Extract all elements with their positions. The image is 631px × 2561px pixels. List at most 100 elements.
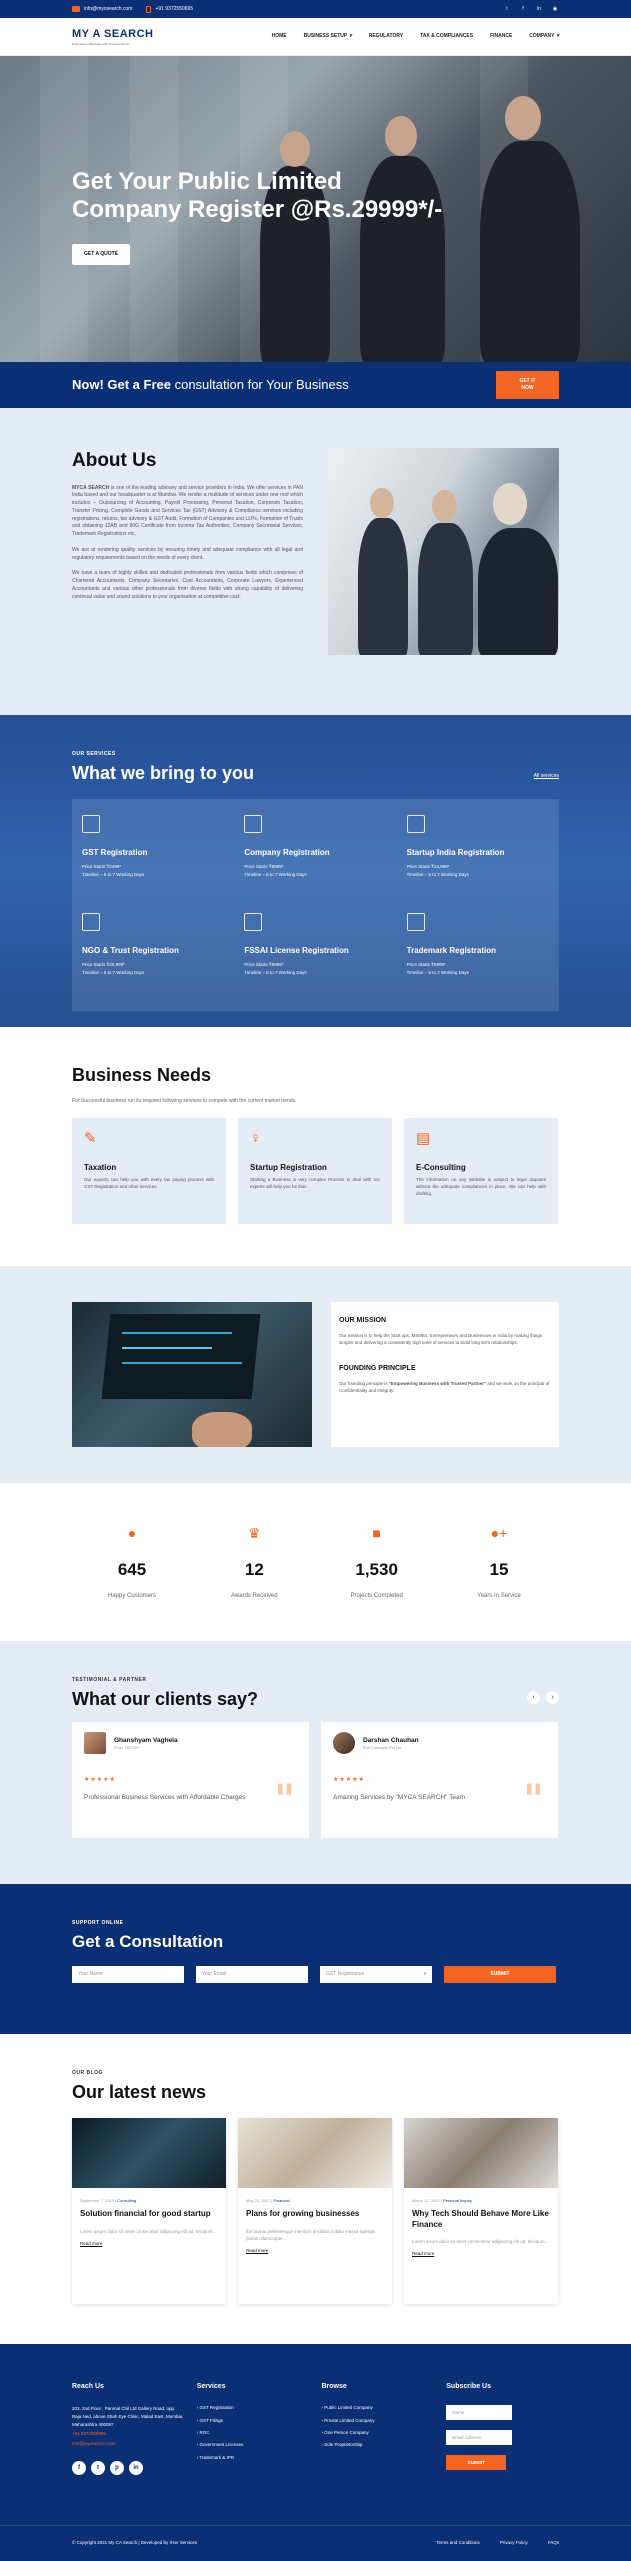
blog-card[interactable]: March 12, 2017 | Personal Inquiry Why Te… (404, 2117, 558, 2304)
faq-link[interactable]: FAQs (548, 2540, 559, 2546)
meeting-person (418, 523, 473, 655)
stat-label: Happy Customers (107, 1592, 157, 1599)
service-title: GST Registration (82, 848, 148, 858)
site-logo[interactable]: MY A SEARCH Empowering Business with Tru… (72, 27, 154, 47)
pinterest-icon[interactable]: p (110, 2460, 124, 2475)
need-card[interactable]: ✎ Taxation Our experts can help you with… (72, 1118, 226, 1225)
rss-icon[interactable]: ◉ (551, 5, 559, 13)
service-card[interactable]: Company Registration Price Starts ₹6999*… (234, 807, 396, 905)
service-card[interactable]: GST Registration Price Starts ₹2499* Time… (72, 807, 234, 905)
principle-text: Our founding principle is "Empowering Bu… (339, 1381, 550, 1394)
business-needs-section: Business Needs For Successful business r… (0, 1027, 631, 1267)
stat-item: ●+ 15 Years In Service (439, 1524, 559, 1600)
facebook-icon[interactable]: f (519, 5, 527, 13)
footer-link[interactable]: GST Filings (197, 2418, 310, 2424)
terms-link[interactable]: Terms and Conditions (436, 2540, 480, 2546)
footer-link[interactable]: Public Limited Company (322, 2405, 435, 2411)
blog-card[interactable]: September 7, 2017 | Consulting Solution … (72, 2117, 226, 2304)
subscribe-submit-button[interactable]: SUBMIT (446, 2455, 507, 2471)
footer-link[interactable]: ROC (197, 2430, 310, 2436)
linkedin-icon[interactable]: in (535, 5, 543, 13)
license-icon (244, 913, 263, 932)
stat-label: Projects Completed (350, 1592, 403, 1599)
top-bar: info@myosearch.com +91 9372550695 t f in… (0, 0, 631, 18)
blog-post-title[interactable]: Plans for growing businesses (246, 2209, 384, 2219)
service-card[interactable]: NGO & Trust Registration Price Starts ₹2… (72, 905, 234, 1003)
read-more-link[interactable]: Read more (412, 2251, 550, 2257)
client-role: From TBCEIP (114, 1745, 139, 1751)
service-select[interactable]: GST Registration ▾ (320, 1966, 432, 1984)
nav-item-company[interactable]: COMPANY ▾ (529, 33, 559, 40)
user-icon: ● (127, 1525, 137, 1542)
twitter-icon[interactable]: t (91, 2460, 105, 2475)
facebook-icon[interactable]: f (72, 2460, 86, 2475)
get-it-now-button[interactable]: GET IT NOW (496, 371, 559, 399)
footer-link[interactable]: GST Registration (197, 2405, 310, 2411)
read-more-link[interactable]: Read more (246, 2248, 384, 2254)
service-card[interactable]: FSSAI License Registration Price Starts … (234, 905, 396, 1003)
blog-image (404, 2117, 558, 2188)
meeting-person-head (370, 488, 394, 518)
read-more-link[interactable]: Read more (80, 2241, 218, 2247)
need-card[interactable]: ♀ Startup Registration Starting a Busine… (238, 1118, 392, 1225)
prev-arrow-icon[interactable]: ‹ (527, 1691, 540, 1705)
service-title: FSSAI License Registration (244, 946, 349, 956)
blog-meta: September 7, 2017 | Consulting (80, 2197, 137, 2203)
footer-link[interactable]: Sole Proprietorship (322, 2442, 435, 2448)
blog-eyebrow: OUR BLOG (72, 2070, 103, 2077)
copyright: © Copyright 2021 My CA Search | Develope… (72, 2540, 198, 2546)
footer-subscribe: Subscribe Us Name Email Address SUBMIT (446, 2382, 559, 2475)
strip-text: Now! Get a Free consultation for Your Bu… (72, 376, 349, 392)
next-arrow-icon[interactable]: › (546, 1691, 559, 1705)
hero-title: Get Your Public Limited Company Register … (72, 168, 443, 223)
document-icon (244, 815, 263, 834)
stat-value: 645 (117, 1560, 147, 1580)
footer-link[interactable]: Private Limited Company (322, 2418, 435, 2424)
linkedin-icon[interactable]: in (129, 2460, 143, 2475)
nav-item-tax-compliances[interactable]: TAX & COMPLIANCES (420, 33, 473, 40)
nav-item-regulatory[interactable]: REGULATORY (369, 33, 403, 40)
privacy-link[interactable]: Privacy Policy (500, 2540, 528, 2546)
client-name: Ghanshyam Vaghela (114, 1737, 178, 1745)
twitter-icon[interactable]: t (503, 5, 511, 13)
blog-post-title[interactable]: Solution financial for good startup (80, 2209, 218, 2219)
testimonial-quote: Amazing Services by "MYCA SEARCH" Team (333, 1793, 466, 1801)
needs-subtitle: For Successful business run its required… (72, 1098, 297, 1105)
client-name: Darshan Chauhan (363, 1737, 419, 1745)
blog-card[interactable]: May 22, 2017 | Financial Plans for growi… (238, 2117, 392, 2304)
email-contact[interactable]: info@myosearch.com (72, 6, 132, 13)
nav-item-home[interactable]: HOME (272, 33, 287, 40)
screen-chart-line (122, 1332, 232, 1335)
service-title: Startup India Registration (406, 848, 505, 858)
submit-button[interactable]: SUBMIT (444, 1966, 556, 1984)
mission-title: OUR MISSION (339, 1317, 387, 1325)
footer-link[interactable]: One Person Company (322, 2430, 435, 2436)
subscribe-email-input[interactable]: Email Address (446, 2430, 513, 2446)
footer-phone[interactable]: +91 9372550695 (72, 2431, 185, 2437)
footer-email[interactable]: info@myosearch.com (72, 2441, 185, 2447)
consult-eyebrow: SUPPORT ONLINE (72, 1920, 124, 1927)
subscribe-name-input[interactable]: Name (446, 2405, 513, 2421)
testimonials-eyebrow: TESTIMONIAL & PARTNER (72, 1677, 147, 1684)
all-services-link[interactable]: All services (534, 773, 559, 780)
trophy-icon: ♛ (248, 1525, 261, 1542)
mission-text: Our mission is to help the Start ups, MS… (339, 1332, 543, 1346)
service-card[interactable]: Trademark Registration Price Starts ₹599… (397, 905, 559, 1003)
nav-item-business-setup[interactable]: BUSINESS SETUP ▾ (304, 33, 352, 40)
footer-link[interactable]: Government Licenses (197, 2442, 310, 2448)
ledger-icon (82, 815, 100, 834)
need-card[interactable]: ▤ E-Consulting The information on any We… (404, 1118, 558, 1225)
nav-item-finance[interactable]: FINANCE (490, 33, 512, 40)
service-card[interactable]: Startup India Registration Price Starts … (397, 807, 559, 905)
stats-section: ● 645 Happy Customers ♛ 12 Awards Receiv… (0, 1483, 631, 1641)
phone-contact[interactable]: +91 9372550695 (146, 5, 193, 13)
about-section: About Us MYCA SEARCH is one of the leadi… (0, 408, 631, 715)
star-rating: ★★★★★ (84, 1777, 116, 1784)
blog-post-title[interactable]: Why Tech Should Behave More Like Finance (412, 2209, 550, 2230)
blog-image (72, 2117, 226, 2188)
about-paragraph: We have a team of highly skilled and ded… (72, 570, 303, 600)
get-quote-button[interactable]: GET A QUOTE (72, 244, 131, 265)
email-input[interactable]: Your Email (196, 1966, 308, 1984)
footer-link[interactable]: Trademark & IPR (197, 2455, 310, 2461)
name-input[interactable]: Your Name (72, 1966, 184, 1984)
